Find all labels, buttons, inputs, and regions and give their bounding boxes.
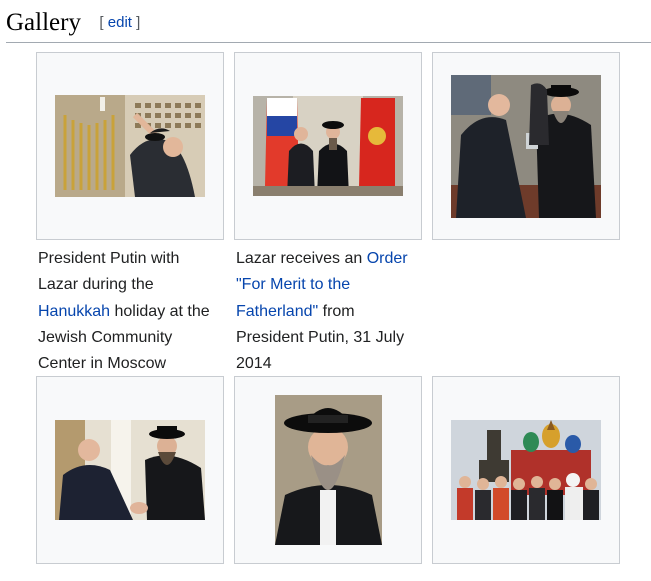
gallery-caption: Lazar receives an Order "For Merit to th… xyxy=(236,250,408,373)
gallery-row xyxy=(36,376,636,564)
gallery-thumbnail[interactable] xyxy=(36,52,224,240)
gallery-thumbnail[interactable] xyxy=(432,52,620,240)
gallery-item xyxy=(432,376,630,564)
gallery-item xyxy=(36,376,234,564)
gallery-item: Lazar receives an Order "For Merit to th… xyxy=(234,52,432,376)
photo-order-ceremony[interactable] xyxy=(253,96,403,196)
gallery-item xyxy=(432,52,630,376)
hanukkah-link[interactable]: Hanukkah xyxy=(38,303,110,320)
edit-section: [ edit ] xyxy=(99,14,141,31)
section-title: Gallery xyxy=(6,9,81,36)
photo-handshake[interactable] xyxy=(55,420,205,520)
photo-red-square[interactable] xyxy=(451,420,601,520)
gallery-thumbnail[interactable] xyxy=(234,52,422,240)
gallery-thumbnail[interactable] xyxy=(432,376,620,564)
section-heading: Gallery [ edit ] xyxy=(6,6,651,43)
edit-link[interactable]: edit xyxy=(108,14,132,31)
photo-portrait-lazar[interactable] xyxy=(274,395,382,545)
gallery-caption xyxy=(432,240,620,376)
gallery-thumbnail[interactable] xyxy=(36,376,224,564)
gallery-item xyxy=(234,376,432,564)
gallery-item: President Putin with Lazar during the Ha… xyxy=(36,52,234,376)
gallery-row: President Putin with Lazar during the Ha… xyxy=(36,52,636,376)
photo-handshake-toast[interactable] xyxy=(451,74,601,218)
gallery-thumbnail[interactable] xyxy=(234,376,422,564)
gallery-caption: President Putin with Lazar during the Ha… xyxy=(38,250,210,373)
photo-putin-menorah[interactable] xyxy=(55,95,205,197)
gallery: President Putin with Lazar during the Ha… xyxy=(36,52,636,564)
